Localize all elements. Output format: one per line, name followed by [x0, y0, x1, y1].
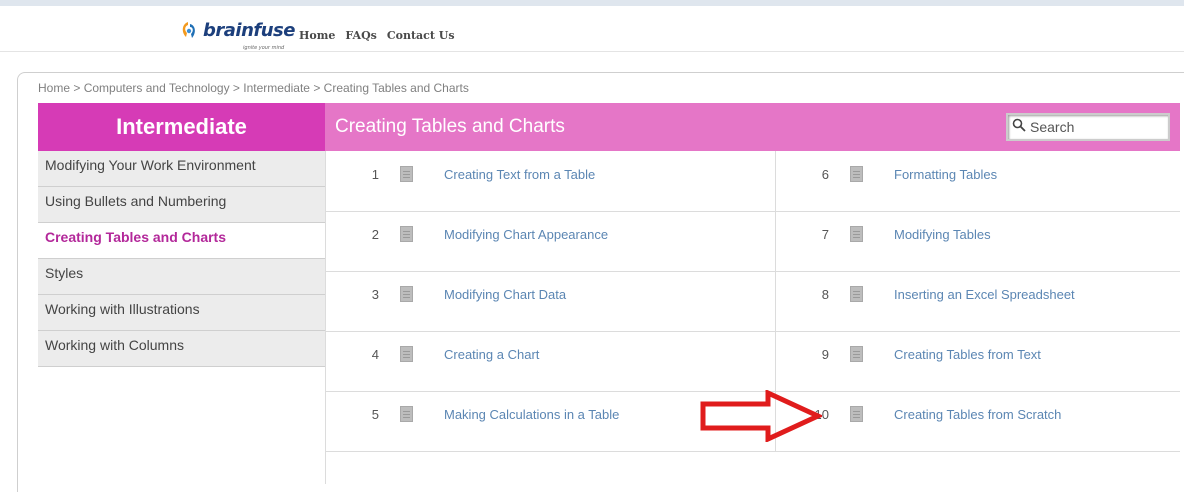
lesson-number: 6: [821, 166, 829, 182]
lesson-number: 7: [821, 226, 829, 242]
lesson-item-2[interactable]: 2 Modifying Chart Appearance: [355, 224, 608, 244]
nav-faqs-link[interactable]: FAQs: [345, 29, 376, 42]
search-box[interactable]: [1006, 113, 1170, 141]
logo-mark-icon: [178, 20, 200, 42]
nav-contact-link[interactable]: Contact Us: [387, 29, 455, 42]
top-header: brainfuse ignite your mind Home FAQs Con…: [0, 0, 1184, 52]
lesson-link[interactable]: Modifying Tables: [894, 227, 991, 242]
document-icon: [850, 226, 863, 242]
lesson-number: 9: [821, 346, 829, 362]
row-divider: [325, 211, 1180, 212]
lesson-item-3[interactable]: 3 Modifying Chart Data: [355, 284, 566, 304]
breadcrumb-separator: >: [313, 81, 324, 95]
lesson-link[interactable]: Modifying Chart Appearance: [444, 227, 608, 242]
top-nav: Home FAQs Contact Us: [299, 29, 455, 42]
sidebar: Modifying Your Work Environment Using Bu…: [38, 151, 325, 367]
document-icon: [850, 166, 863, 182]
lesson-number: 8: [821, 286, 829, 302]
row-divider: [325, 451, 1180, 452]
brainfuse-logo[interactable]: brainfuse ignite your mind: [178, 20, 295, 52]
lesson-item-8[interactable]: 8 Inserting an Excel Spreadsheet: [805, 284, 1075, 304]
lesson-item-1[interactable]: 1 Creating Text from a Table: [355, 164, 595, 184]
sidebar-item-styles[interactable]: Styles: [38, 259, 325, 295]
breadcrumb-separator: >: [73, 81, 84, 95]
document-icon: [850, 286, 863, 302]
lesson-link[interactable]: Creating Tables from Text: [894, 347, 1041, 362]
lesson-item-7[interactable]: 7 Modifying Tables: [805, 224, 991, 244]
lesson-link[interactable]: Modifying Chart Data: [444, 287, 566, 302]
lesson-item-10[interactable]: 10 Creating Tables from Scratch: [805, 404, 1061, 424]
document-icon: [400, 226, 413, 242]
breadcrumb: Home > Computers and Technology > Interm…: [38, 81, 469, 95]
lesson-link[interactable]: Creating Text from a Table: [444, 167, 595, 182]
search-icon: [1012, 118, 1026, 137]
annotation-arrow-icon: [700, 389, 824, 447]
lesson-item-5[interactable]: 5 Making Calculations in a Table: [355, 404, 619, 424]
lesson-item-6[interactable]: 6 Formatting Tables: [805, 164, 997, 184]
breadcrumb-intermediate[interactable]: Intermediate: [243, 81, 310, 95]
lesson-item-4[interactable]: 4 Creating a Chart: [355, 344, 539, 364]
lesson-link[interactable]: Creating a Chart: [444, 347, 539, 362]
sidebar-item-illustrations[interactable]: Working with Illustrations: [38, 295, 325, 331]
sidebar-item-tables-charts[interactable]: Creating Tables and Charts: [38, 223, 325, 259]
document-icon: [850, 346, 863, 362]
logo-text: brainfuse ignite your mind: [203, 22, 295, 52]
document-icon: [400, 286, 413, 302]
document-icon: [400, 406, 413, 422]
lesson-number: 1: [371, 166, 379, 182]
lesson-item-9[interactable]: 9 Creating Tables from Text: [805, 344, 1041, 364]
lesson-link[interactable]: Creating Tables from Scratch: [894, 407, 1061, 422]
lesson-link[interactable]: Making Calculations in a Table: [444, 407, 619, 422]
breadcrumb-home[interactable]: Home: [38, 81, 70, 95]
lesson-number: 3: [371, 286, 379, 302]
sidebar-item-columns[interactable]: Working with Columns: [38, 331, 325, 367]
sidebar-title: Intermediate: [38, 103, 325, 151]
lesson-number: 5: [371, 406, 379, 422]
document-icon: [400, 166, 413, 182]
document-icon: [400, 346, 413, 362]
row-divider: [325, 271, 1180, 272]
nav-home-link[interactable]: Home: [299, 29, 335, 42]
search-input[interactable]: [1030, 119, 1160, 135]
lesson-number: 4: [371, 346, 379, 362]
breadcrumb-computers[interactable]: Computers and Technology: [84, 81, 230, 95]
document-icon: [850, 406, 863, 422]
logo-tagline: ignite your mind: [243, 45, 285, 51]
lesson-link[interactable]: Formatting Tables: [894, 167, 997, 182]
lesson-link[interactable]: Inserting an Excel Spreadsheet: [894, 287, 1075, 302]
row-divider: [325, 331, 1180, 332]
sidebar-item-modifying-environment[interactable]: Modifying Your Work Environment: [38, 151, 325, 187]
sidebar-item-bullets-numbering[interactable]: Using Bullets and Numbering: [38, 187, 325, 223]
breadcrumb-current: Creating Tables and Charts: [323, 81, 469, 95]
lesson-number: 2: [371, 226, 379, 242]
breadcrumb-separator: >: [232, 81, 244, 95]
